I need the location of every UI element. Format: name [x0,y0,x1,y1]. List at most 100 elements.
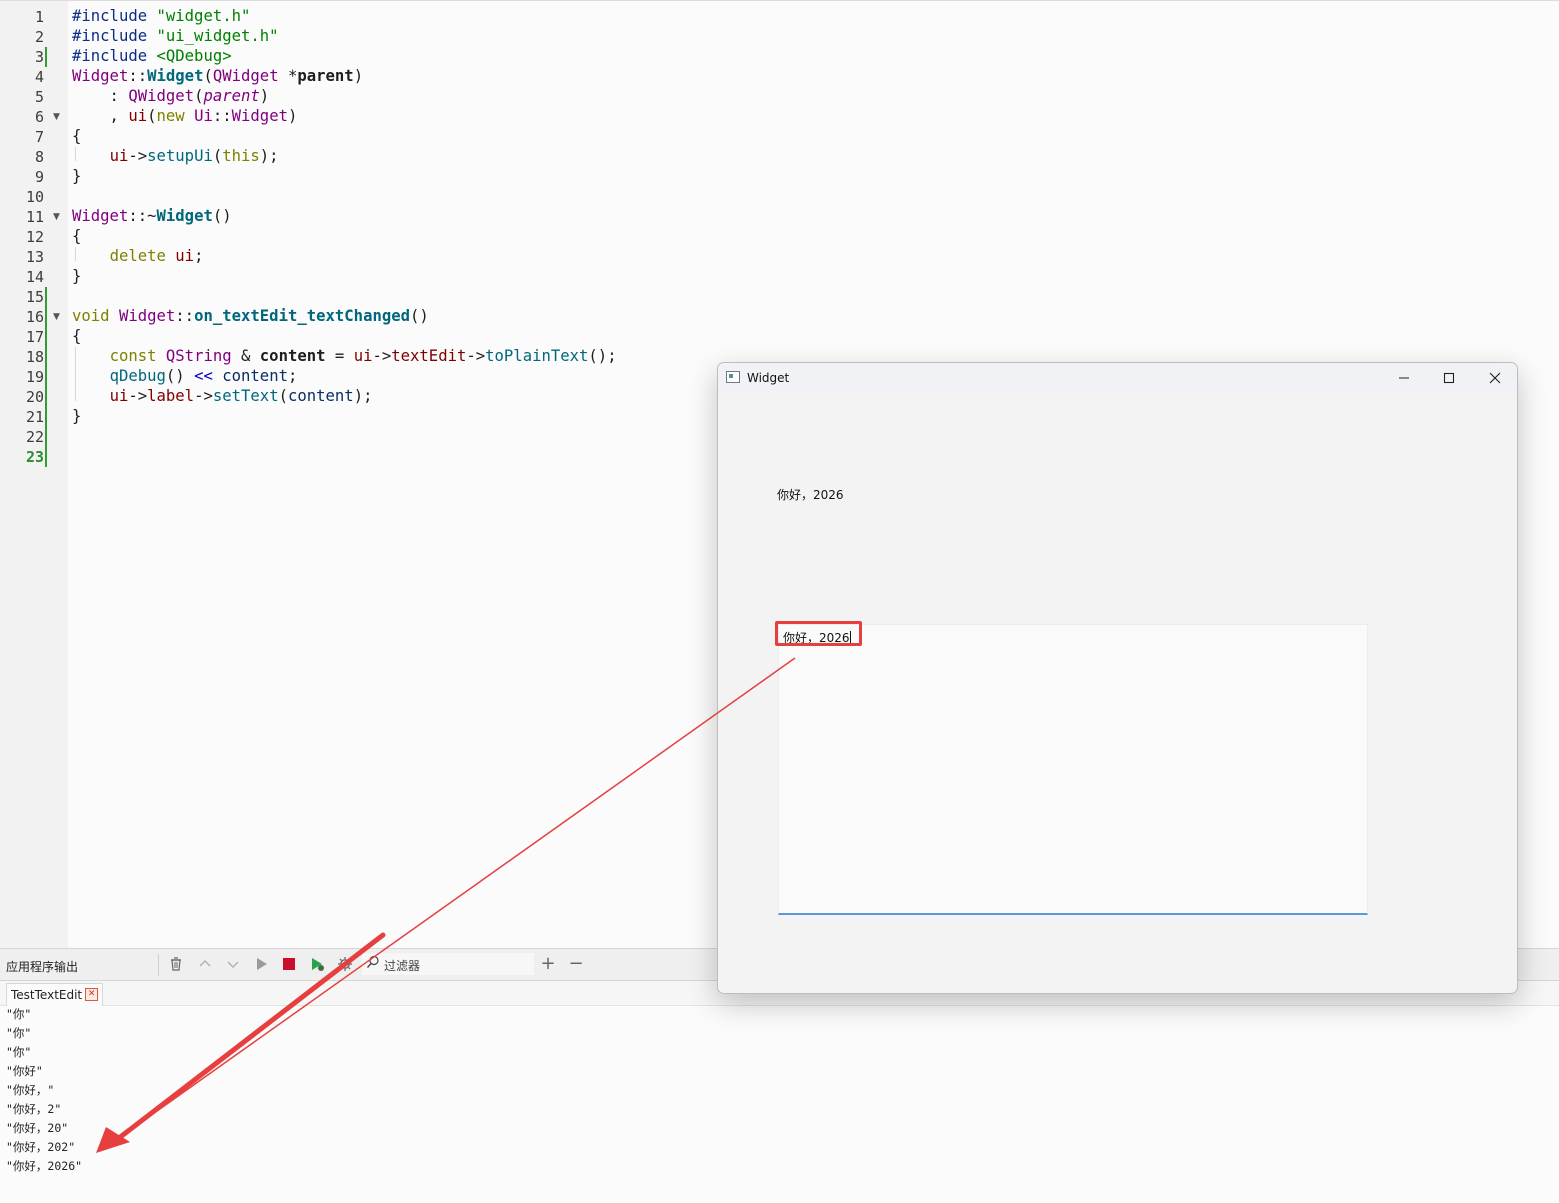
code-line[interactable]: #include "widget.h" [72,6,250,26]
code-token: void [72,307,110,325]
code-token: , [72,107,129,125]
output-line: "你" [6,1007,32,1021]
code-token: setupUi [147,147,213,165]
code-line[interactable]: #include "ui_widget.h" [72,26,279,46]
line-number-gutter: 1 2 3 4 5 6 7 8 9 10 11 12 13 14 15 16 17 18 19 20 21 22 23 ▼ ▼ ▼ [0,1,68,949]
code-token: #include [72,7,157,25]
code-token: ui [109,387,129,405]
line-number: 13 [25,248,44,266]
tab-label: TestTextEdit [11,988,83,1002]
text-edit[interactable]: 你好，2026 [778,624,1368,915]
code-token: ( [147,107,157,125]
code-token: -> [372,347,392,365]
line-number: 22 [25,428,44,446]
indent-guide [75,147,76,161]
code-token: -> [466,347,486,365]
code-token: Ui [194,107,213,125]
window-titlebar[interactable]: Widget [718,363,1517,393]
line-number: 18 [25,348,44,366]
line-number: 20 [25,388,44,406]
code-token: this [222,147,260,165]
widget-window[interactable]: Widget 你好，2026 你好，2026 [717,362,1518,994]
code-line[interactable]: } [72,406,81,426]
chevron-down-icon[interactable] [225,956,241,972]
gear-icon[interactable] [337,956,353,972]
debug-run-icon[interactable] [309,956,325,972]
code-line[interactable]: qDebug() << content; [72,366,298,386]
pane-title: 应用程序输出 [6,960,79,974]
code-token: ) [259,87,270,105]
code-token: setText [212,387,279,405]
code-line[interactable]: } [72,166,81,186]
code-token: textEdit [391,347,467,365]
filter-input[interactable]: 过滤器 [362,953,534,975]
output-line: "你好，2026" [6,1159,83,1173]
code-token: ) [353,67,364,85]
code-line[interactable]: : QWidget(parent) [72,86,270,106]
code-line[interactable]: ui->label->setText(content); [72,386,373,406]
output-line: "你好" [6,1064,43,1078]
stop-icon[interactable] [281,956,297,972]
code-token: () [410,307,429,325]
filter-placeholder: 过滤器 [384,959,421,973]
clear-icon[interactable] [168,956,184,972]
line-number: 5 [34,88,44,106]
code-token: () [212,207,232,225]
code-token: -> [128,147,148,165]
line-number: 15 [25,288,44,306]
minus-icon[interactable]: − [568,955,584,973]
code-token: parent [203,87,260,105]
code-token: ui [353,347,373,365]
output-line: "你好，" [6,1083,55,1097]
code-line[interactable]: void Widget::on_textEdit_textChanged() [72,306,429,326]
tab-testtextedit[interactable]: TestTextEdit ✕ [6,983,104,1006]
chevron-up-icon[interactable] [197,956,213,972]
fold-marker-icon[interactable]: ▼ [53,307,60,327]
minimize-button[interactable] [1381,363,1427,393]
code-token: parent [297,67,354,85]
fold-marker-icon[interactable]: ▼ [53,207,60,227]
code-token: -> [128,387,148,405]
fold-marker-icon[interactable]: ▼ [53,107,60,127]
code-token: ::~ [128,207,157,225]
code-line[interactable]: Widget::~Widget() [72,206,232,226]
code-token: on_textEdit_textChanged [194,307,411,325]
indent-guide [75,247,76,261]
code-line[interactable]: #include <QDebug> [72,46,232,66]
code-token: * [278,67,298,85]
close-icon[interactable]: ✕ [85,988,99,1001]
code-line[interactable]: , ui(new Ui::Widget) [72,106,298,126]
code-token: :: [128,67,148,85]
code-line[interactable]: ui->setupUi(this); [72,146,279,166]
code-token: content [222,367,288,385]
code-token: ; [287,367,298,385]
code-token: ); [353,387,373,405]
code-token: Widget [156,207,213,225]
line-number: 23 [25,448,44,466]
highlight-box [775,621,862,646]
code-line[interactable]: { [72,226,81,246]
code-token: qDebug [109,367,166,385]
close-button[interactable] [1472,363,1517,393]
code-line[interactable]: delete ui; [72,246,204,266]
line-number: 21 [25,408,44,426]
code-line[interactable]: { [72,126,81,146]
code-token: } [72,407,82,425]
code-token: ( [212,147,223,165]
code-line[interactable]: { [72,326,81,346]
line-number: 10 [25,188,44,206]
code-token: ; [194,247,204,265]
maximize-button[interactable] [1426,363,1472,393]
code-line[interactable]: const QString & content = ui->textEdit->… [72,346,617,366]
plus-icon[interactable]: + [540,955,556,973]
code-token: <QDebug> [156,47,232,65]
code-line[interactable]: Widget::Widget(QWidget *parent) [72,66,363,86]
code-token: Widget [72,67,129,85]
modified-line-marker [45,287,47,467]
run-icon[interactable] [253,956,269,972]
code-line[interactable]: } [72,266,81,286]
